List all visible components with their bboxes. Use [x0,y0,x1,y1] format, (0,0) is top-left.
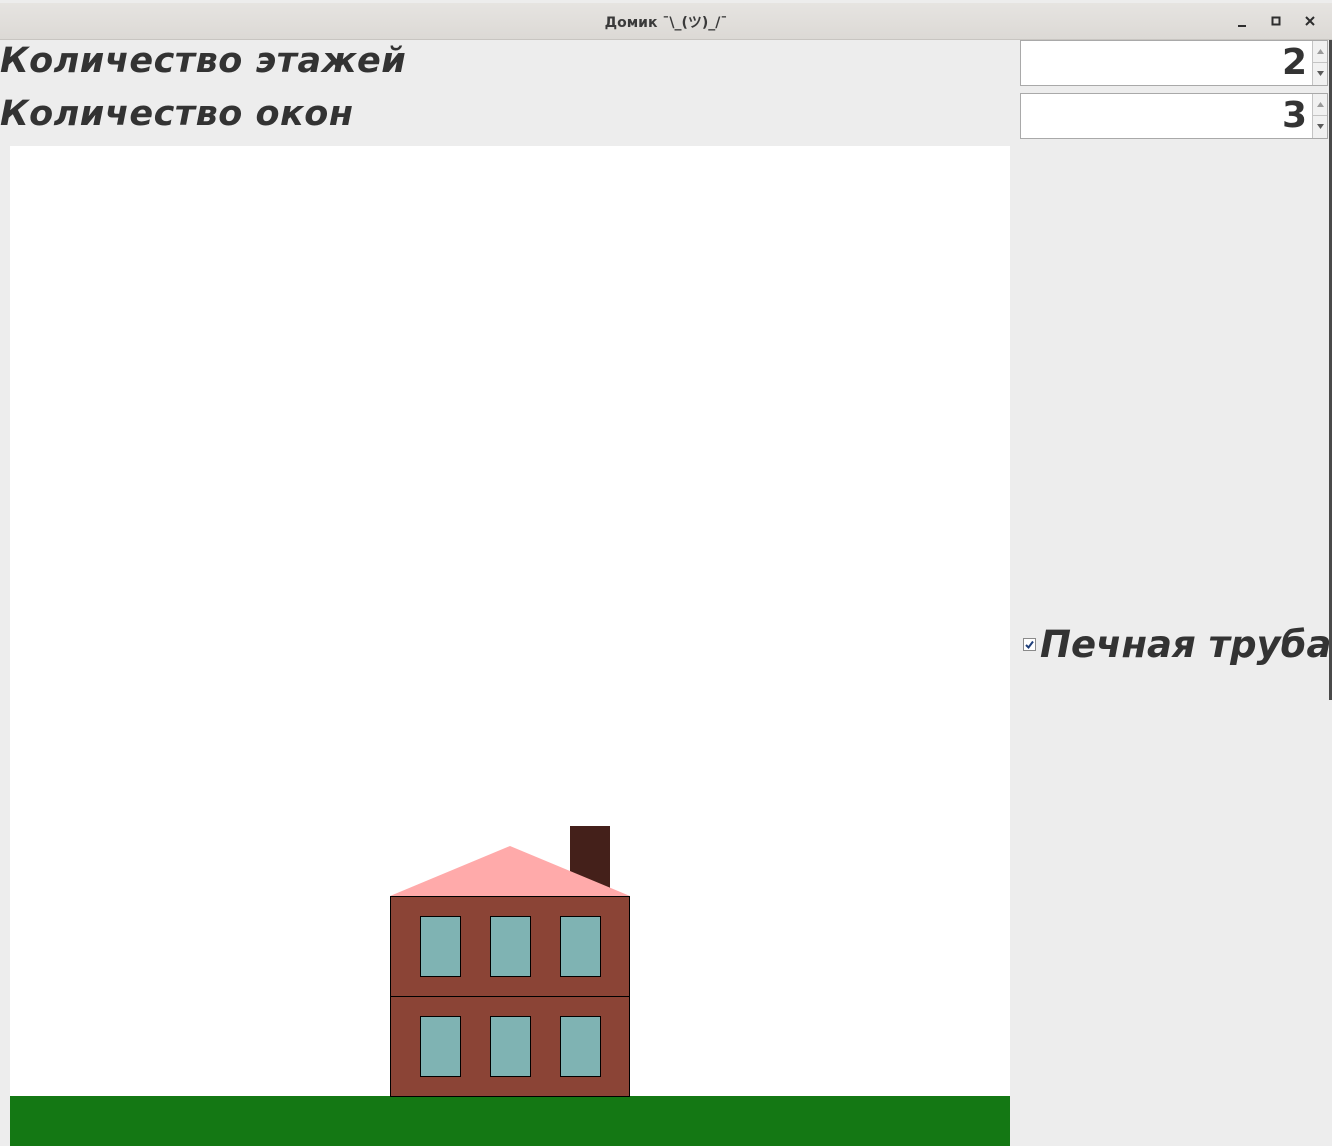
windows-value[interactable]: 3 [1282,95,1307,136]
floors-spinner[interactable]: 2 [1020,40,1328,86]
maximize-button[interactable] [1264,9,1288,33]
minimize-icon [1238,25,1246,27]
floors-increment-button[interactable] [1313,41,1327,63]
chevron-up-icon [1316,49,1324,54]
checkbox-box[interactable] [1023,638,1036,651]
windows-label: Количество окон [0,94,354,134]
close-button[interactable] [1298,9,1322,33]
windows-increment-button[interactable] [1313,94,1327,116]
checkmark-icon [1025,640,1034,650]
windows-decrement-button[interactable] [1313,116,1327,138]
chevron-down-icon [1316,71,1324,76]
window [560,916,601,977]
drawing-canvas [10,146,1010,1146]
window-title: Домик ¯\_(ツ)_/¯ [604,15,728,31]
window [560,1016,601,1077]
floors-value[interactable]: 2 [1282,42,1307,83]
minimize-button[interactable] [1230,9,1254,33]
window [490,916,531,977]
windows-spinner-arrows [1312,94,1327,138]
title-bar: Домик ¯\_(ツ)_/¯ [0,3,1332,40]
floors-spinner-arrows [1312,41,1327,85]
floors-decrement-button[interactable] [1313,63,1327,85]
window [420,916,461,977]
grass [10,1096,1010,1146]
close-icon [1305,16,1315,26]
chevron-up-icon [1316,102,1324,107]
window [420,1016,461,1077]
chevron-down-icon [1316,124,1324,129]
chimney-label[interactable]: Печная труба [1040,623,1331,666]
maximize-icon [1271,16,1281,26]
house-drawing [10,826,1010,1146]
windows-spinner[interactable]: 3 [1020,93,1328,139]
floors-label: Количество этажей [0,41,407,81]
window [490,1016,531,1077]
